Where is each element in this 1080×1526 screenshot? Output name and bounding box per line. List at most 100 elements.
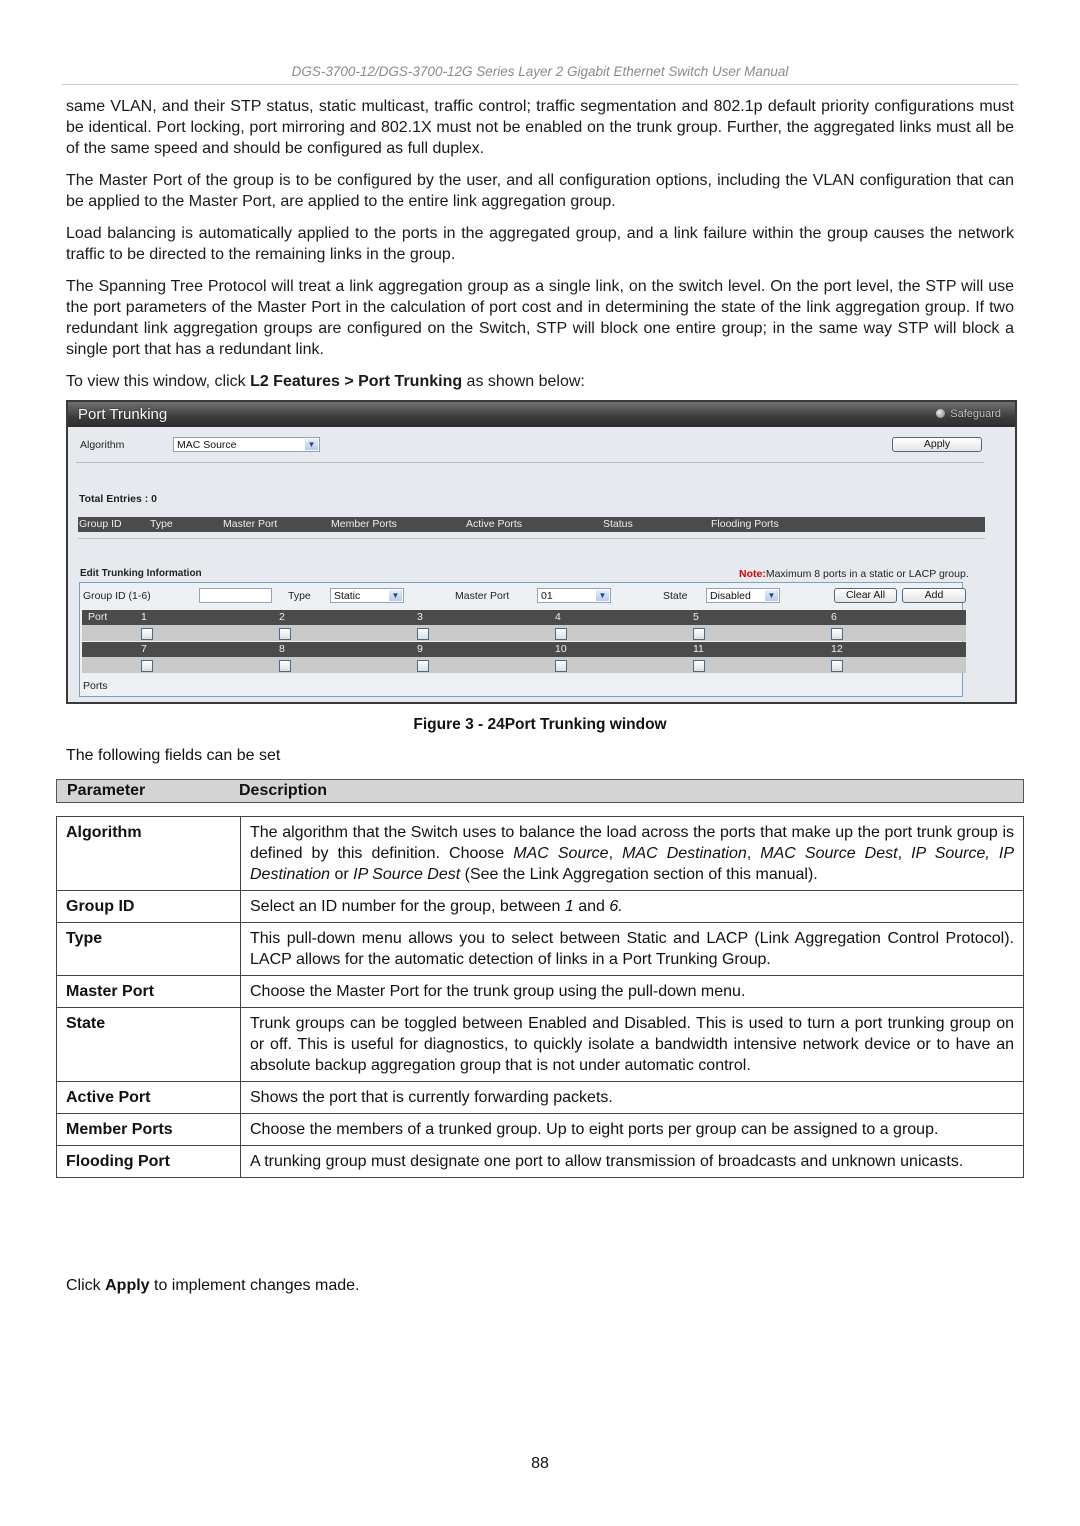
port-number: 6 [831,611,837,623]
type-select[interactable]: Static ▼ [330,588,404,603]
port-number: 12 [831,643,843,655]
parameter-name: Type [56,922,241,976]
col-master-port: Master Port [223,518,278,530]
edit-trunking-panel: Group ID (1-6) Type Static ▼ Master Port … [79,582,966,697]
port-header-row-1: Port 1 2 3 4 5 6 [82,610,966,625]
port-number: 3 [417,611,423,623]
total-entries: Total Entries : 0 [79,493,157,505]
page-number: 88 [531,1455,549,1472]
parameter-description: Select an ID number for the group, betwe… [240,890,1024,923]
parameter-description: The algorithm that the Switch uses to ba… [240,816,1024,891]
port-header-row-2: 7 8 9 10 11 12 [82,642,966,657]
port-number: 9 [417,643,423,655]
parameter-name: State [56,1007,241,1082]
port-5-checkbox[interactable] [693,628,705,640]
header-parameter: Parameter [67,782,146,799]
safeguard-indicator[interactable]: Safeguard [936,402,1001,427]
running-header: DGS-3700-12/DGS-3700-12G Series Layer 2 … [291,64,789,79]
table-row: Active Port Shows the port that is curren… [56,1081,1024,1114]
parameter-name: Algorithm [56,816,241,891]
chevron-down-icon: ▼ [305,439,318,450]
parameter-name: Member Ports [56,1113,241,1146]
port-1-checkbox[interactable] [141,628,153,640]
clear-all-button[interactable]: Clear All [834,588,897,603]
port-number: 8 [279,643,285,655]
paragraph: same VLAN, and their STP status, static … [66,98,1014,157]
state-label: State [663,590,688,602]
master-port-select[interactable]: 01 ▼ [537,588,611,603]
col-active-ports: Active Ports [466,518,523,530]
divider [78,538,985,539]
nav-path-l2-features: L2 Features [250,373,340,390]
state-select[interactable]: Disabled ▼ [706,588,780,603]
parameter-description: This pull-down menu allows you to select… [240,922,1024,976]
parameter-table-header: Parameter Description [56,779,1024,803]
port-10-checkbox[interactable] [555,660,567,672]
figure-caption: Figure 3 - 24Port Trunking window [413,716,667,733]
table-row: Member Ports Choose the members of a trun… [56,1113,1024,1146]
header-description: Description [239,782,328,799]
table-row: State Trunk groups can be toggled between… [56,1007,1024,1082]
chevron-down-icon: ▼ [389,590,402,601]
parameter-description: Choose the members of a trunked group. U… [240,1113,1024,1146]
port-6-checkbox[interactable] [831,628,843,640]
paragraph: Load balancing is automatically applied … [66,225,1014,263]
port-checkbox-row-2 [82,657,966,673]
header-divider [62,84,1018,85]
add-button[interactable]: Add [902,588,966,603]
parameter-name: Master Port [56,975,241,1008]
col-flooding-ports: Flooding Ports [711,518,779,530]
nav-instruction: To view this window, click L2 Features >… [66,373,585,390]
type-label: Type [288,590,311,602]
table-row: Type This pull-down menu allows you to se… [56,922,1024,976]
nav-path-port-trunking: Port Trunking [358,373,463,390]
algorithm-select[interactable]: MAC Source ▼ [173,437,320,452]
port-2-checkbox[interactable] [279,628,291,640]
parameter-description: Trunk groups can be toggled between Enab… [240,1007,1024,1082]
port-number: 4 [555,611,561,623]
apply-reference: Apply [105,1277,150,1294]
port-4-checkbox[interactable] [555,628,567,640]
port-number: 2 [279,611,285,623]
port-11-checkbox[interactable] [693,660,705,672]
port-8-checkbox[interactable] [279,660,291,672]
port-12-checkbox[interactable] [831,660,843,672]
table-row: Master Port Choose the Master Port for th… [56,975,1024,1008]
group-id-input[interactable] [199,588,272,603]
port-7-checkbox[interactable] [141,660,153,672]
parameter-name: Group ID [56,890,241,923]
port-3-checkbox[interactable] [417,628,429,640]
parameter-name: Active Port [56,1081,241,1114]
paragraph: The Master Port of the group is to be co… [66,172,1014,210]
port-trunking-window: Port Trunking Safeguard Algorithm MAC So… [66,400,1017,704]
table-row: Group ID Select an ID number for the grou… [56,890,1024,923]
port-number: 5 [693,611,699,623]
col-status: Status [603,518,633,530]
apply-button[interactable]: Apply [892,437,982,452]
group-id-label: Group ID (1-6) [83,590,151,602]
port-number: 11 [693,643,704,655]
port-number: 7 [141,643,147,655]
port-checkbox-row-1 [82,625,966,641]
port-label: Port [88,611,108,623]
parameter-description: Choose the Master Port for the trunk gro… [240,975,1024,1008]
port-number: 1 [141,611,147,623]
paragraph: The Spanning Tree Protocol will treat a … [66,278,1014,358]
parameter-table: Algorithm The algorithm that the Switch u… [56,816,1024,1178]
window-title: Port Trunking [78,406,168,423]
table-row: Algorithm The algorithm that the Switch u… [56,816,1024,891]
edit-trunking-title: Edit Trunking Information [80,568,202,579]
parameter-name: Flooding Port [56,1145,241,1178]
body-text: same VLAN, and their STP status, static … [66,96,1014,403]
algorithm-label: Algorithm [80,439,125,451]
chevron-down-icon: ▼ [596,590,609,601]
col-group-id: Group ID [79,518,122,530]
note: Note:Maximum 8 ports in a static or LACP… [739,568,969,580]
port-number: 10 [555,643,567,655]
col-member-ports: Member Ports [331,518,397,530]
master-port-label: Master Port [455,590,510,602]
port-9-checkbox[interactable] [417,660,429,672]
table-row: Flooding Port A trunking group must desig… [56,1145,1024,1178]
trunk-list-header: Group ID Type Master Port Member Ports A… [78,517,985,532]
parameter-description: A trunking group must designate one port… [240,1145,1024,1178]
